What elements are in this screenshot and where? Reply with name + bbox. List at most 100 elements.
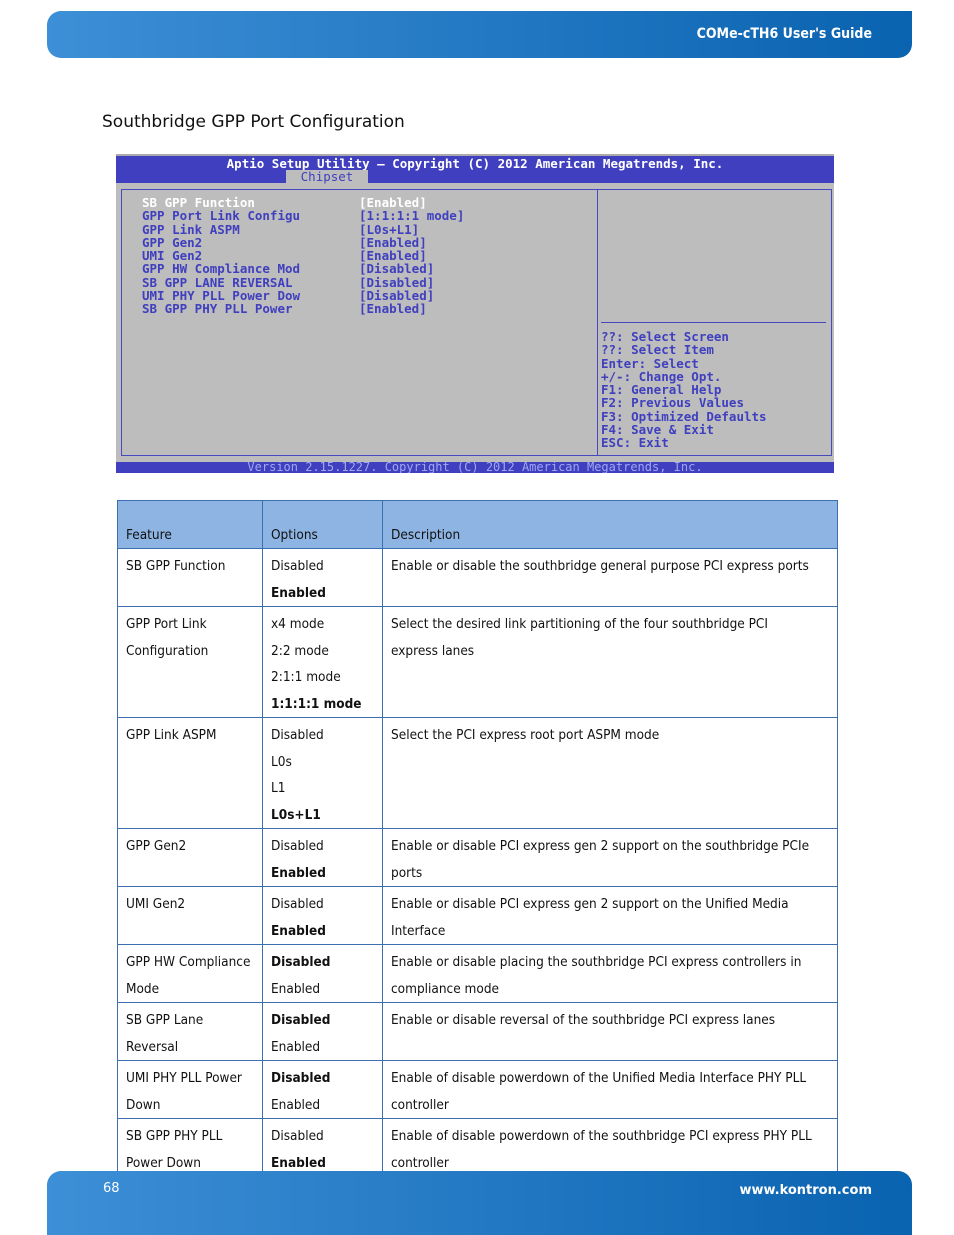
doc-title: COMe-cTH6 User's Guide: [696, 26, 872, 42]
option-text: Disabled: [271, 558, 324, 574]
option-text: x4 mode: [271, 616, 325, 632]
bios-values: [Enabled] [1:1:1:1 mode] [L0s+L1] [Enabled]…: [359, 196, 464, 316]
option-text: Enabled: [271, 864, 326, 881]
feature-text: GPP Gen2: [126, 838, 187, 854]
feature-cell: GPP HW Compliance Mode: [117, 944, 263, 1003]
description-text: Enable or disable placing the southbridg…: [391, 954, 802, 970]
bios-item-value[interactable]: [Disabled]: [359, 275, 464, 289]
col-header-description: Description: [382, 500, 838, 549]
bios-frame: SB GPP Function GPP Port Link Configu GPP …: [121, 189, 832, 456]
option-text: Disabled: [271, 727, 324, 743]
description-cell: Enable or disable reversal of the southb…: [382, 1002, 838, 1061]
description-cell: Enable of disable powerdown of the south…: [382, 1118, 838, 1177]
table-row: GPP Link ASPM Disabled L0s L1 L0s+L1 Select t…: [117, 717, 838, 829]
section-title: Southbridge GPP Port Configuration: [102, 112, 405, 132]
bios-item-label[interactable]: SB GPP Function: [142, 196, 300, 210]
option-text: Disabled: [271, 954, 331, 970]
bios-item-label[interactable]: UMI Gen2: [142, 249, 300, 263]
bios-tab-chipset: Chipset: [286, 170, 368, 185]
bios-item-label[interactable]: SB GPP LANE REVERSAL: [142, 275, 300, 289]
description-text: controller: [391, 1096, 449, 1113]
bios-help: ??: Select Screen??: Select Item Enter: S…: [601, 330, 767, 450]
feature-text: Reversal: [126, 1038, 179, 1055]
options-cell: Disabled Enabled: [262, 828, 383, 887]
bios-screenshot: Aptio Setup Utility – Copyright (C) 2012…: [116, 154, 834, 473]
options-cell: Disabled Enabled: [262, 1060, 383, 1119]
option-text: Disabled: [271, 1128, 324, 1144]
page-header: COMe-cTH6 User's Guide: [47, 11, 912, 58]
options-cell: x4 mode 2:2 mode 2:1:1 mode 1:1:1:1 mode: [262, 606, 383, 718]
table-row: SB GPP Function Disabled Enabled Enable or …: [117, 548, 838, 607]
feature-cell: UMI PHY PLL Power Down: [117, 1060, 263, 1119]
bios-help-line: ESC: Exit: [601, 435, 669, 451]
bios-item-label[interactable]: GPP Port Link Configu: [142, 209, 300, 223]
description-text: Select the PCI express root port ASPM mo…: [391, 727, 660, 743]
option-text: Enabled: [271, 584, 326, 601]
description-text: Enable of disable powerdown of the Unifi…: [391, 1070, 807, 1086]
description-text: express lanes: [391, 642, 475, 659]
description-text: Interface: [391, 922, 446, 939]
bios-help-line: ??: Select Item: [601, 342, 714, 358]
feature-text: SB GPP Lane: [126, 1012, 204, 1028]
option-text: 1:1:1:1 mode: [271, 695, 362, 712]
col-header-options: Options: [262, 500, 383, 549]
description-cell: Enable or disable PCI express gen 2 supp…: [382, 828, 838, 887]
bios-item-label[interactable]: SB GPP PHY PLL Power: [142, 302, 300, 316]
feature-cell: SB GPP Function: [117, 548, 263, 607]
website-link[interactable]: www.kontron.com: [739, 1183, 872, 1198]
option-text: Disabled: [271, 1070, 331, 1086]
bios-item-value[interactable]: [1:1:1:1 mode]: [359, 209, 464, 223]
bios-item-value[interactable]: [Enabled]: [359, 196, 464, 210]
description-text: Enable or disable the southbridge genera…: [391, 558, 809, 574]
options-cell: Disabled Enabled: [262, 1118, 383, 1177]
divider: [601, 322, 826, 323]
bios-help-line: +/-: Change Opt.: [601, 368, 722, 384]
feature-text: Down: [126, 1096, 161, 1113]
bios-item-label[interactable]: GPP Link ASPM: [142, 222, 300, 236]
feature-text: GPP Port Link: [126, 616, 207, 632]
bios-item-value[interactable]: [L0s+L1]: [359, 222, 464, 236]
option-text: 2:2 mode: [271, 642, 329, 659]
table-row: GPP HW Compliance Mode Disabled Enabled Enab…: [117, 944, 838, 1003]
bios-help-line: Enter: Select: [601, 355, 699, 371]
description-text: Enable or disable reversal of the southb…: [391, 1012, 776, 1028]
bios-help-line: ??: Select Screen: [601, 329, 729, 344]
description-cell: Enable or disable placing the southbridg…: [382, 944, 838, 1003]
feature-text: Mode: [126, 980, 160, 997]
page-number: 68: [103, 1181, 120, 1196]
feature-cell: SB GPP Lane Reversal: [117, 1002, 263, 1061]
bios-item-value[interactable]: [Enabled]: [359, 249, 464, 263]
bios-item-value[interactable]: [Enabled]: [359, 302, 464, 316]
settings-table: Feature Options Description SB GPP Funct…: [117, 500, 838, 1177]
table-row: SB GPP PHY PLL Power Down Disabled Enabled E…: [117, 1118, 838, 1177]
bios-item-label[interactable]: UMI PHY PLL Power Dow: [142, 289, 300, 303]
feature-text: SB GPP PHY PLL: [126, 1128, 223, 1144]
feature-cell: UMI Gen2: [117, 886, 263, 945]
option-text: Enabled: [271, 1096, 321, 1113]
option-text: L0s+L1: [271, 806, 321, 823]
bios-help-line: F1: General Help: [601, 382, 722, 398]
divider: [597, 190, 598, 455]
page-footer: 68 www.kontron.com: [47, 1171, 912, 1235]
option-text: Disabled: [271, 838, 324, 854]
feature-text: SB GPP Function: [126, 558, 226, 574]
option-text: L0s: [271, 753, 292, 770]
table-row: GPP Gen2 Disabled Enabled Enable or disable…: [117, 828, 838, 887]
table-row: GPP Port Link Configuration x4 mode 2:2 mod…: [117, 606, 838, 718]
options-cell: Disabled Enabled: [262, 548, 383, 607]
bios-items: SB GPP Function GPP Port Link Configu GPP …: [142, 196, 300, 316]
feature-text: UMI PHY PLL Power: [126, 1070, 242, 1086]
description-cell: Enable or disable the southbridge genera…: [382, 548, 838, 607]
bios-footer: Version 2.15.1227. Copyright (C) 2012 Am…: [116, 462, 834, 473]
col-header-feature: Feature: [117, 500, 263, 549]
bios-item-label[interactable]: GPP Gen2: [142, 236, 300, 250]
options-cell: Disabled Enabled: [262, 1002, 383, 1061]
option-text: Enabled: [271, 980, 321, 997]
bios-item-value[interactable]: [Disabled]: [359, 289, 464, 303]
feature-cell: SB GPP PHY PLL Power Down: [117, 1118, 263, 1177]
bios-item-label[interactable]: GPP HW Compliance Mod: [142, 262, 300, 276]
options-cell: Disabled Enabled: [262, 886, 383, 945]
bios-item-value[interactable]: [Enabled]: [359, 236, 464, 250]
bios-title-bar: Aptio Setup Utility – Copyright (C) 2012…: [116, 154, 834, 185]
bios-item-value[interactable]: [Disabled]: [359, 262, 464, 276]
